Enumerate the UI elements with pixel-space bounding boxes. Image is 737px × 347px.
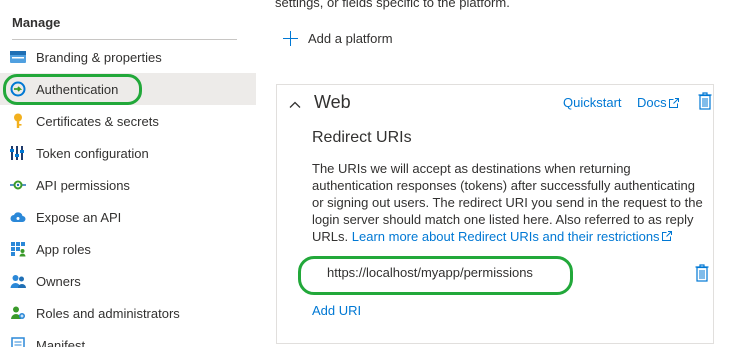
- sidebar-item-api-permissions[interactable]: API permissions: [0, 169, 256, 201]
- trash-icon: [698, 92, 712, 110]
- redirect-uri-value[interactable]: https://localhost/myapp/permissions: [327, 265, 533, 280]
- sidebar-item-authentication[interactable]: Authentication: [0, 73, 256, 105]
- external-link-icon: [668, 97, 679, 108]
- owners-icon: [10, 273, 26, 289]
- external-link-icon: [661, 231, 672, 241]
- sidebar: Manage Branding & properties Authenticat…: [0, 0, 256, 347]
- manifest-icon: [10, 337, 26, 347]
- sidebar-item-owners[interactable]: Owners: [0, 265, 256, 297]
- sidebar-heading: Manage: [12, 15, 61, 30]
- app-roles-icon: [10, 241, 26, 257]
- docs-label: Docs: [637, 95, 667, 110]
- redirect-uris-description: The URIs we will accept as destinations …: [312, 160, 710, 245]
- plus-icon: [283, 31, 298, 46]
- key-icon: [10, 113, 26, 129]
- api-permissions-icon: [10, 177, 26, 193]
- web-card-title: Web: [314, 92, 351, 112]
- sidebar-item-label: API permissions: [36, 177, 130, 193]
- docs-link[interactable]: Docs: [637, 95, 680, 110]
- add-platform-button[interactable]: Add a platform: [283, 31, 393, 46]
- sidebar-item-label: Authentication: [36, 81, 119, 97]
- sidebar-item-label: Expose an API: [36, 209, 122, 225]
- learn-more-label: Learn more about Redirect URIs and their…: [351, 229, 660, 244]
- sidebar-item-label: Token configuration: [36, 145, 149, 161]
- sidebar-item-roles-and-administrators[interactable]: Roles and administrators: [0, 297, 256, 329]
- add-uri-button[interactable]: Add URI: [312, 303, 361, 318]
- cloud-icon: [10, 209, 26, 225]
- sidebar-item-manifest[interactable]: Manifest: [0, 329, 256, 347]
- delete-redirect-uri-button[interactable]: [695, 264, 709, 285]
- platform-description-text: settings, or fields specific to the plat…: [275, 0, 510, 10]
- sidebar-divider: [12, 39, 237, 40]
- sidebar-item-label: Manifest: [36, 337, 86, 347]
- redirect-uri-row: https://localhost/myapp/permissions: [312, 261, 710, 287]
- sidebar-item-branding[interactable]: Branding & properties: [0, 41, 256, 73]
- web-platform-card: Web Quickstart Docs Redirect URIs The UR…: [276, 84, 714, 344]
- sidebar-item-label: Roles and administrators: [36, 305, 180, 321]
- sidebar-item-app-roles[interactable]: App roles: [0, 233, 256, 265]
- trash-icon: [695, 264, 709, 282]
- sidebar-item-label: Owners: [36, 273, 81, 289]
- quickstart-link[interactable]: Quickstart: [563, 95, 622, 110]
- sidebar-item-label: Branding & properties: [36, 49, 162, 65]
- chevron-up-icon[interactable]: [288, 98, 302, 112]
- sidebar-item-label: Certificates & secrets: [36, 113, 159, 129]
- learn-more-link[interactable]: Learn more about Redirect URIs and their…: [352, 229, 673, 244]
- roles-admins-icon: [10, 305, 26, 321]
- sidebar-item-token-configuration[interactable]: Token configuration: [0, 137, 256, 169]
- authentication-icon: [10, 81, 26, 97]
- redirect-uris-heading: Redirect URIs: [312, 129, 412, 146]
- sidebar-item-expose-an-api[interactable]: Expose an API: [0, 201, 256, 233]
- branding-icon: [10, 49, 26, 65]
- sidebar-item-certificates[interactable]: Certificates & secrets: [0, 105, 256, 137]
- token-config-icon: [10, 145, 26, 161]
- add-platform-label: Add a platform: [308, 31, 393, 46]
- sidebar-item-label: App roles: [36, 241, 91, 257]
- delete-platform-button[interactable]: [698, 92, 712, 113]
